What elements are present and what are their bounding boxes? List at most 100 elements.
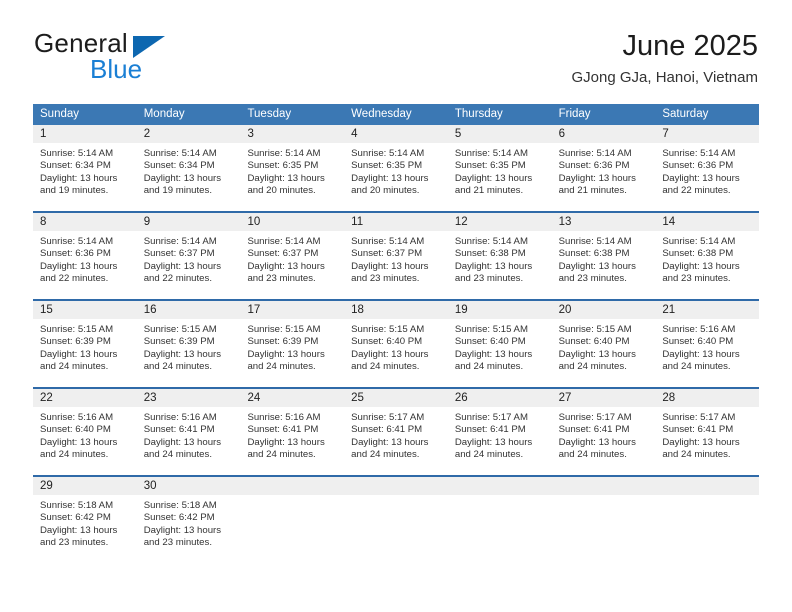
day-cell[interactable]: 30 Sunrise: 5:18 AM Sunset: 6:42 PM Dayl…	[136, 477, 241, 563]
day-info: Sunrise: 5:17 AM Sunset: 6:41 PM Dayligh…	[552, 407, 656, 461]
daylight-text-line2: and 24 minutes.	[662, 448, 731, 460]
day-cell[interactable]: 4 Sunrise: 5:14 AM Sunset: 6:35 PM Dayli…	[344, 125, 448, 211]
day-info: Sunrise: 5:14 AM Sunset: 6:34 PM Dayligh…	[137, 143, 241, 197]
day-cell[interactable]: 29 Sunrise: 5:18 AM Sunset: 6:42 PM Dayl…	[33, 477, 137, 563]
sunset-text: Sunset: 6:39 PM	[40, 336, 111, 348]
day-cell[interactable]: 24 Sunrise: 5:16 AM Sunset: 6:41 PM Dayl…	[240, 389, 345, 475]
sunset-text: Sunset: 6:38 PM	[662, 248, 734, 260]
day-cell[interactable]: 21 Sunrise: 5:16 AM Sunset: 6:40 PM Dayl…	[655, 301, 760, 387]
sunset-text: Sunset: 6:42 PM	[143, 512, 215, 524]
day-cell[interactable]: 6 Sunrise: 5:14 AM Sunset: 6:36 PM Dayli…	[551, 125, 656, 211]
daylight-text-line2: and 22 minutes.	[40, 272, 109, 284]
daylight-text-line1: Daylight: 13 hours	[454, 172, 533, 184]
daylight-text-line2: and 21 minutes.	[558, 184, 627, 196]
day-cell[interactable]: 27 Sunrise: 5:17 AM Sunset: 6:41 PM Dayl…	[551, 389, 656, 475]
day-cell[interactable]: 13 Sunrise: 5:14 AM Sunset: 6:38 PM Dayl…	[551, 213, 656, 299]
daylight-text-line1: Daylight: 13 hours	[558, 260, 636, 272]
location-subtitle: GJong GJa, Hanoi, Vietnam	[571, 69, 759, 86]
day-cell	[551, 477, 656, 563]
daylight-text-line1: Daylight: 13 hours	[351, 260, 429, 272]
day-cell[interactable]: 22 Sunrise: 5:16 AM Sunset: 6:40 PM Dayl…	[33, 389, 137, 475]
day-number: 24	[240, 389, 345, 407]
daylight-text-line1: Daylight: 13 hours	[662, 348, 740, 360]
daylight-text-line2: and 20 minutes.	[351, 184, 420, 196]
day-cell[interactable]: 1 Sunrise: 5:14 AM Sunset: 6:34 PM Dayli…	[33, 125, 137, 211]
day-cell[interactable]: 15 Sunrise: 5:15 AM Sunset: 6:39 PM Dayl…	[33, 301, 137, 387]
daylight-text-line1: Daylight: 13 hours	[40, 260, 118, 272]
daylight-text-line1: Daylight: 13 hours	[40, 348, 118, 360]
day-number: 13	[551, 213, 656, 231]
day-cell[interactable]: 11 Sunrise: 5:14 AM Sunset: 6:37 PM Dayl…	[344, 213, 448, 299]
daylight-text-line2: and 20 minutes.	[247, 184, 316, 196]
brand-logo[interactable]: General Blue	[34, 28, 264, 88]
day-info: Sunrise: 5:15 AM Sunset: 6:39 PM Dayligh…	[137, 319, 241, 373]
day-info: Sunrise: 5:14 AM Sunset: 6:36 PM Dayligh…	[552, 143, 656, 197]
day-cell[interactable]: 2 Sunrise: 5:14 AM Sunset: 6:34 PM Dayli…	[136, 125, 241, 211]
sunset-text: Sunset: 6:34 PM	[40, 160, 111, 172]
day-cell[interactable]: 20 Sunrise: 5:15 AM Sunset: 6:40 PM Dayl…	[551, 301, 656, 387]
day-number: 6	[551, 125, 656, 143]
day-cell[interactable]: 5 Sunrise: 5:14 AM Sunset: 6:35 PM Dayli…	[447, 125, 552, 211]
day-number: 3	[240, 125, 345, 143]
day-number: 22	[33, 389, 137, 407]
day-info: Sunrise: 5:18 AM Sunset: 6:42 PM Dayligh…	[137, 495, 241, 549]
day-info: Sunrise: 5:16 AM Sunset: 6:41 PM Dayligh…	[240, 407, 344, 461]
day-cell[interactable]: 19 Sunrise: 5:15 AM Sunset: 6:40 PM Dayl…	[447, 301, 552, 387]
day-cell	[240, 477, 345, 563]
day-cell[interactable]: 26 Sunrise: 5:17 AM Sunset: 6:41 PM Dayl…	[447, 389, 552, 475]
day-cell[interactable]: 9 Sunrise: 5:14 AM Sunset: 6:37 PM Dayli…	[136, 213, 241, 299]
daylight-text-line2: and 23 minutes.	[40, 536, 109, 548]
day-info: Sunrise: 5:16 AM Sunset: 6:40 PM Dayligh…	[655, 319, 759, 373]
day-cell[interactable]: 8 Sunrise: 5:14 AM Sunset: 6:36 PM Dayli…	[33, 213, 137, 299]
sunset-text: Sunset: 6:36 PM	[558, 160, 630, 172]
sunrise-text: Sunrise: 5:17 AM	[558, 412, 632, 423]
sunrise-text: Sunrise: 5:15 AM	[558, 324, 632, 335]
daylight-text-line1: Daylight: 13 hours	[351, 436, 429, 448]
sunrise-text: Sunrise: 5:15 AM	[143, 324, 217, 335]
daylight-text-line2: and 24 minutes.	[454, 448, 524, 460]
day-number: 11	[344, 213, 448, 231]
day-cell[interactable]: 18 Sunrise: 5:15 AM Sunset: 6:40 PM Dayl…	[344, 301, 448, 387]
day-cell[interactable]: 14 Sunrise: 5:14 AM Sunset: 6:38 PM Dayl…	[655, 213, 760, 299]
sunset-text: Sunset: 6:37 PM	[247, 248, 319, 260]
day-cell[interactable]: 16 Sunrise: 5:15 AM Sunset: 6:39 PM Dayl…	[136, 301, 241, 387]
sunset-text: Sunset: 6:42 PM	[40, 512, 111, 524]
day-info: Sunrise: 5:14 AM Sunset: 6:37 PM Dayligh…	[137, 231, 241, 285]
day-info: Sunrise: 5:15 AM Sunset: 6:40 PM Dayligh…	[448, 319, 552, 373]
sunrise-text: Sunrise: 5:15 AM	[454, 324, 528, 335]
sunset-text: Sunset: 6:38 PM	[454, 248, 526, 260]
day-number: 2	[136, 125, 241, 143]
daylight-text-line2: and 23 minutes.	[662, 272, 731, 284]
day-cell[interactable]: 10 Sunrise: 5:14 AM Sunset: 6:37 PM Dayl…	[240, 213, 345, 299]
day-number	[344, 477, 448, 495]
dow-header-saturday: Saturday	[662, 108, 709, 120]
daylight-text-line2: and 24 minutes.	[351, 360, 420, 372]
day-number: 25	[344, 389, 448, 407]
sunset-text: Sunset: 6:41 PM	[558, 424, 630, 436]
sunset-text: Sunset: 6:34 PM	[143, 160, 215, 172]
sunset-text: Sunset: 6:40 PM	[558, 336, 630, 348]
day-cell[interactable]: 12 Sunrise: 5:14 AM Sunset: 6:38 PM Dayl…	[447, 213, 552, 299]
day-cell[interactable]: 23 Sunrise: 5:16 AM Sunset: 6:41 PM Dayl…	[136, 389, 241, 475]
sunrise-text: Sunrise: 5:15 AM	[351, 324, 425, 335]
daylight-text-line1: Daylight: 13 hours	[454, 348, 533, 360]
day-number	[655, 477, 760, 495]
sunrise-text: Sunrise: 5:15 AM	[247, 324, 321, 335]
day-number: 7	[655, 125, 760, 143]
daylight-text-line2: and 24 minutes.	[143, 360, 212, 372]
sunrise-text: Sunrise: 5:16 AM	[40, 412, 114, 423]
day-number: 15	[33, 301, 137, 319]
sunrise-text: Sunrise: 5:14 AM	[351, 148, 425, 159]
day-number: 21	[655, 301, 760, 319]
daylight-text-line1: Daylight: 13 hours	[662, 436, 740, 448]
day-number: 1	[33, 125, 137, 143]
daylight-text-line1: Daylight: 13 hours	[351, 172, 429, 184]
day-cell[interactable]: 28 Sunrise: 5:17 AM Sunset: 6:41 PM Dayl…	[655, 389, 760, 475]
day-number: 26	[447, 389, 552, 407]
day-cell[interactable]: 25 Sunrise: 5:17 AM Sunset: 6:41 PM Dayl…	[344, 389, 448, 475]
day-info: Sunrise: 5:16 AM Sunset: 6:40 PM Dayligh…	[33, 407, 137, 461]
day-cell[interactable]: 17 Sunrise: 5:15 AM Sunset: 6:39 PM Dayl…	[240, 301, 345, 387]
day-cell[interactable]: 7 Sunrise: 5:14 AM Sunset: 6:36 PM Dayli…	[655, 125, 760, 211]
sunrise-text: Sunrise: 5:16 AM	[247, 412, 321, 423]
day-cell[interactable]: 3 Sunrise: 5:14 AM Sunset: 6:35 PM Dayli…	[240, 125, 345, 211]
